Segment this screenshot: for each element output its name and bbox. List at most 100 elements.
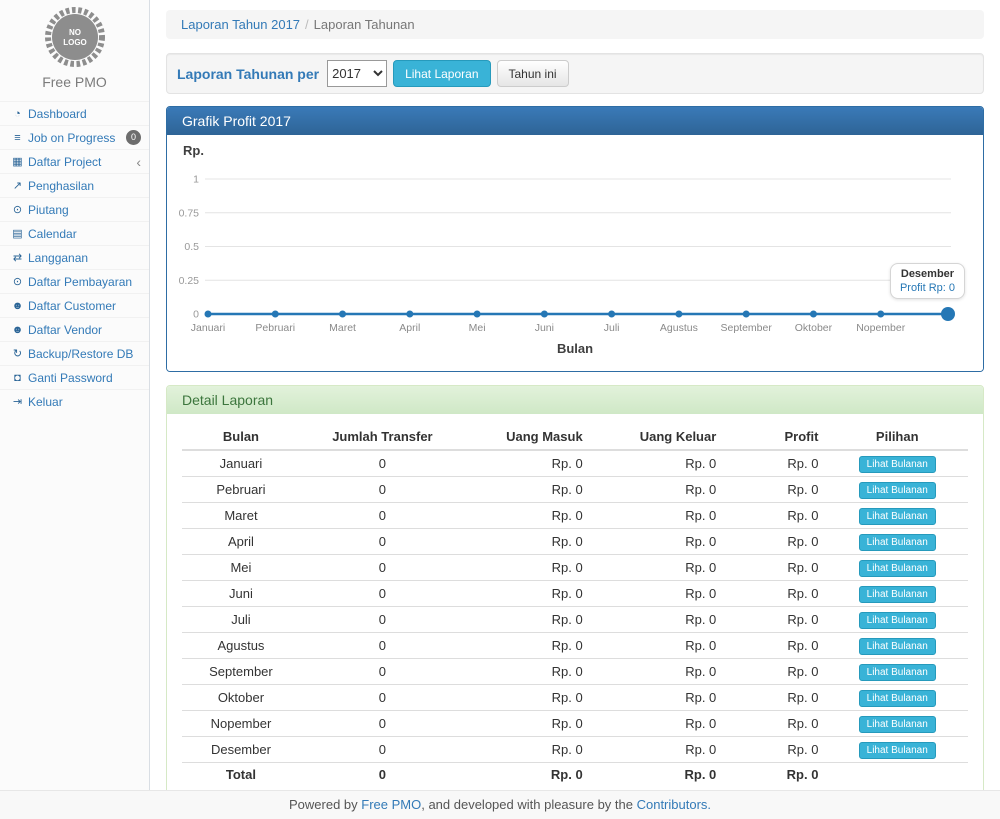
header-profit: Profit xyxy=(724,424,826,450)
sidebar-item-daftar-project[interactable]: ▦ Daftar Project ‹ xyxy=(0,149,149,173)
total-empty-cell xyxy=(826,763,968,787)
profit-chart-panel: Grafik Profit 2017 Rp. 10.750.50.250Janu… xyxy=(166,106,984,372)
chart-canvas[interactable]: 10.750.50.250JanuariPebruariMaretAprilMe… xyxy=(167,135,983,337)
lihat-bulanan-button[interactable]: Lihat Bulanan xyxy=(859,586,936,603)
sidebar-item-daftar-customer[interactable]: ☻ Daftar Customer xyxy=(0,293,149,317)
header-pilihan: Pilihan xyxy=(826,424,968,450)
page-footer: Powered by Free PMO, and developed with … xyxy=(0,790,1000,819)
breadcrumb-link[interactable]: Laporan Tahun 2017 xyxy=(181,17,300,32)
total-uang-keluar: Rp. 0 xyxy=(591,763,725,787)
chart-point[interactable] xyxy=(474,311,481,318)
cell-jumlah-transfer: 0 xyxy=(300,555,465,581)
chart-point[interactable] xyxy=(877,311,884,318)
x-tick-label: Pebruari xyxy=(255,322,295,334)
sidebar-item-calendar[interactable]: ▤ Calendar xyxy=(0,221,149,245)
table-total-row: Total 0 Rp. 0 Rp. 0 Rp. 0 xyxy=(182,763,968,787)
lihat-bulanan-button[interactable]: Lihat Bulanan xyxy=(859,716,936,733)
cell-jumlah-transfer: 0 xyxy=(300,477,465,503)
lihat-bulanan-button[interactable]: Lihat Bulanan xyxy=(859,534,936,551)
sidebar-item-daftar-pembayaran[interactable]: ⊙ Daftar Pembayaran xyxy=(0,269,149,293)
tooltip-title: Desember xyxy=(900,268,955,280)
lihat-bulanan-button[interactable]: Lihat Bulanan xyxy=(859,664,936,681)
free-pmo-link[interactable]: Free PMO xyxy=(361,797,421,812)
sidebar-item-job-on-progress[interactable]: ≡ Job on Progress 0 xyxy=(0,125,149,149)
cell-bulan: April xyxy=(182,529,300,555)
y-tick-label: 1 xyxy=(193,174,199,186)
cell-uang-masuk: Rp. 0 xyxy=(465,633,591,659)
users-icon: ☻ xyxy=(9,324,26,336)
cell-uang-keluar: Rp. 0 xyxy=(591,659,725,685)
sidebar-item-langganan[interactable]: ⇄ Langganan xyxy=(0,245,149,269)
sidebar-item-piutang[interactable]: ⊙ Piutang xyxy=(0,197,149,221)
table-row: Oktober 0 Rp. 0 Rp. 0 Rp. 0 Lihat Bulana… xyxy=(182,685,968,711)
lihat-bulanan-button[interactable]: Lihat Bulanan xyxy=(859,742,936,759)
breadcrumb-separator: / xyxy=(305,17,309,32)
table-row: September 0 Rp. 0 Rp. 0 Rp. 0 Lihat Bula… xyxy=(182,659,968,685)
profit-chart[interactable]: Rp. 10.750.50.250JanuariPebruariMaretApr… xyxy=(167,135,983,371)
cell-profit: Rp. 0 xyxy=(724,737,826,763)
x-tick-label: Oktober xyxy=(795,322,833,334)
cell-bulan: Januari xyxy=(182,450,300,477)
sidebar-item-label: Calendar xyxy=(28,227,77,241)
sidebar-item-label: Piutang xyxy=(28,203,69,217)
cell-bulan: Agustus xyxy=(182,633,300,659)
logo-area: NO LOGO Free PMO xyxy=(0,0,149,96)
header-bulan: Bulan xyxy=(182,424,300,450)
cell-uang-masuk: Rp. 0 xyxy=(465,581,591,607)
chart-point[interactable] xyxy=(272,311,279,318)
contributors-link[interactable]: Contributors. xyxy=(637,797,711,812)
detail-table-wrap: Bulan Jumlah Transfer Uang Masuk Uang Ke… xyxy=(167,414,983,798)
chart-point[interactable] xyxy=(339,311,346,318)
lihat-bulanan-button[interactable]: Lihat Bulanan xyxy=(859,638,936,655)
chart-tooltip: Desember Profit Rp: 0 xyxy=(890,263,965,299)
table-row: Juli 0 Rp. 0 Rp. 0 Rp. 0 Lihat Bulanan xyxy=(182,607,968,633)
sidebar-item-daftar-vendor[interactable]: ☻ Daftar Vendor xyxy=(0,317,149,341)
main-content: Laporan Tahun 2017/Laporan Tahunan Lapor… xyxy=(150,0,1000,799)
chart-point-active[interactable] xyxy=(941,307,955,321)
sidebar-item-label: Backup/Restore DB xyxy=(28,347,133,361)
sign-out-icon: ⇥ xyxy=(9,395,26,408)
cell-uang-masuk: Rp. 0 xyxy=(465,529,591,555)
lihat-laporan-button[interactable]: Lihat Laporan xyxy=(393,60,490,87)
sidebar-item-backup-restore-db[interactable]: ↻ Backup/Restore DB xyxy=(0,341,149,365)
chart-point[interactable] xyxy=(675,311,682,318)
detail-table: Bulan Jumlah Transfer Uang Masuk Uang Ke… xyxy=(182,424,968,786)
detail-panel-title: Detail Laporan xyxy=(167,386,983,414)
chart-point[interactable] xyxy=(608,311,615,318)
money-icon: ⊙ xyxy=(9,275,26,288)
tahun-ini-button[interactable]: Tahun ini xyxy=(497,60,569,87)
chart-panel-title: Grafik Profit 2017 xyxy=(167,107,983,135)
sidebar-item-keluar[interactable]: ⇥ Keluar xyxy=(0,389,149,413)
cell-jumlah-transfer: 0 xyxy=(300,659,465,685)
table-row: Mei 0 Rp. 0 Rp. 0 Rp. 0 Lihat Bulanan xyxy=(182,555,968,581)
lihat-bulanan-button[interactable]: Lihat Bulanan xyxy=(859,560,936,577)
sidebar-item-ganti-password[interactable]: ◘ Ganti Password xyxy=(0,365,149,389)
y-tick-label: 0 xyxy=(193,309,199,321)
svg-text:NO: NO xyxy=(69,28,81,37)
money-icon: ⊙ xyxy=(9,203,26,216)
cell-bulan: Maret xyxy=(182,503,300,529)
sidebar-item-dashboard[interactable]: ◔ Dashboard xyxy=(0,101,149,125)
cell-uang-keluar: Rp. 0 xyxy=(591,477,725,503)
lihat-bulanan-button[interactable]: Lihat Bulanan xyxy=(859,482,936,499)
cell-uang-keluar: Rp. 0 xyxy=(591,633,725,659)
lihat-bulanan-button[interactable]: Lihat Bulanan xyxy=(859,508,936,525)
x-tick-label: Juli xyxy=(604,322,620,334)
year-select[interactable]: 2017 xyxy=(327,60,387,87)
refresh-icon: ↻ xyxy=(9,347,26,360)
chart-point[interactable] xyxy=(541,311,548,318)
cell-uang-masuk: Rp. 0 xyxy=(465,659,591,685)
chart-point[interactable] xyxy=(810,311,817,318)
lihat-bulanan-button[interactable]: Lihat Bulanan xyxy=(859,456,936,473)
chart-point[interactable] xyxy=(743,311,750,318)
lihat-bulanan-button[interactable]: Lihat Bulanan xyxy=(859,690,936,707)
breadcrumb-current: Laporan Tahunan xyxy=(314,17,415,32)
chevron-left-icon: ‹ xyxy=(136,155,141,169)
sidebar-item-penghasilan[interactable]: ↗ Penghasilan xyxy=(0,173,149,197)
cell-bulan: Juni xyxy=(182,581,300,607)
lihat-bulanan-button[interactable]: Lihat Bulanan xyxy=(859,612,936,629)
table-row: Maret 0 Rp. 0 Rp. 0 Rp. 0 Lihat Bulanan xyxy=(182,503,968,529)
chart-point[interactable] xyxy=(205,311,212,318)
y-tick-label: 0.5 xyxy=(184,241,199,253)
chart-point[interactable] xyxy=(406,311,413,318)
